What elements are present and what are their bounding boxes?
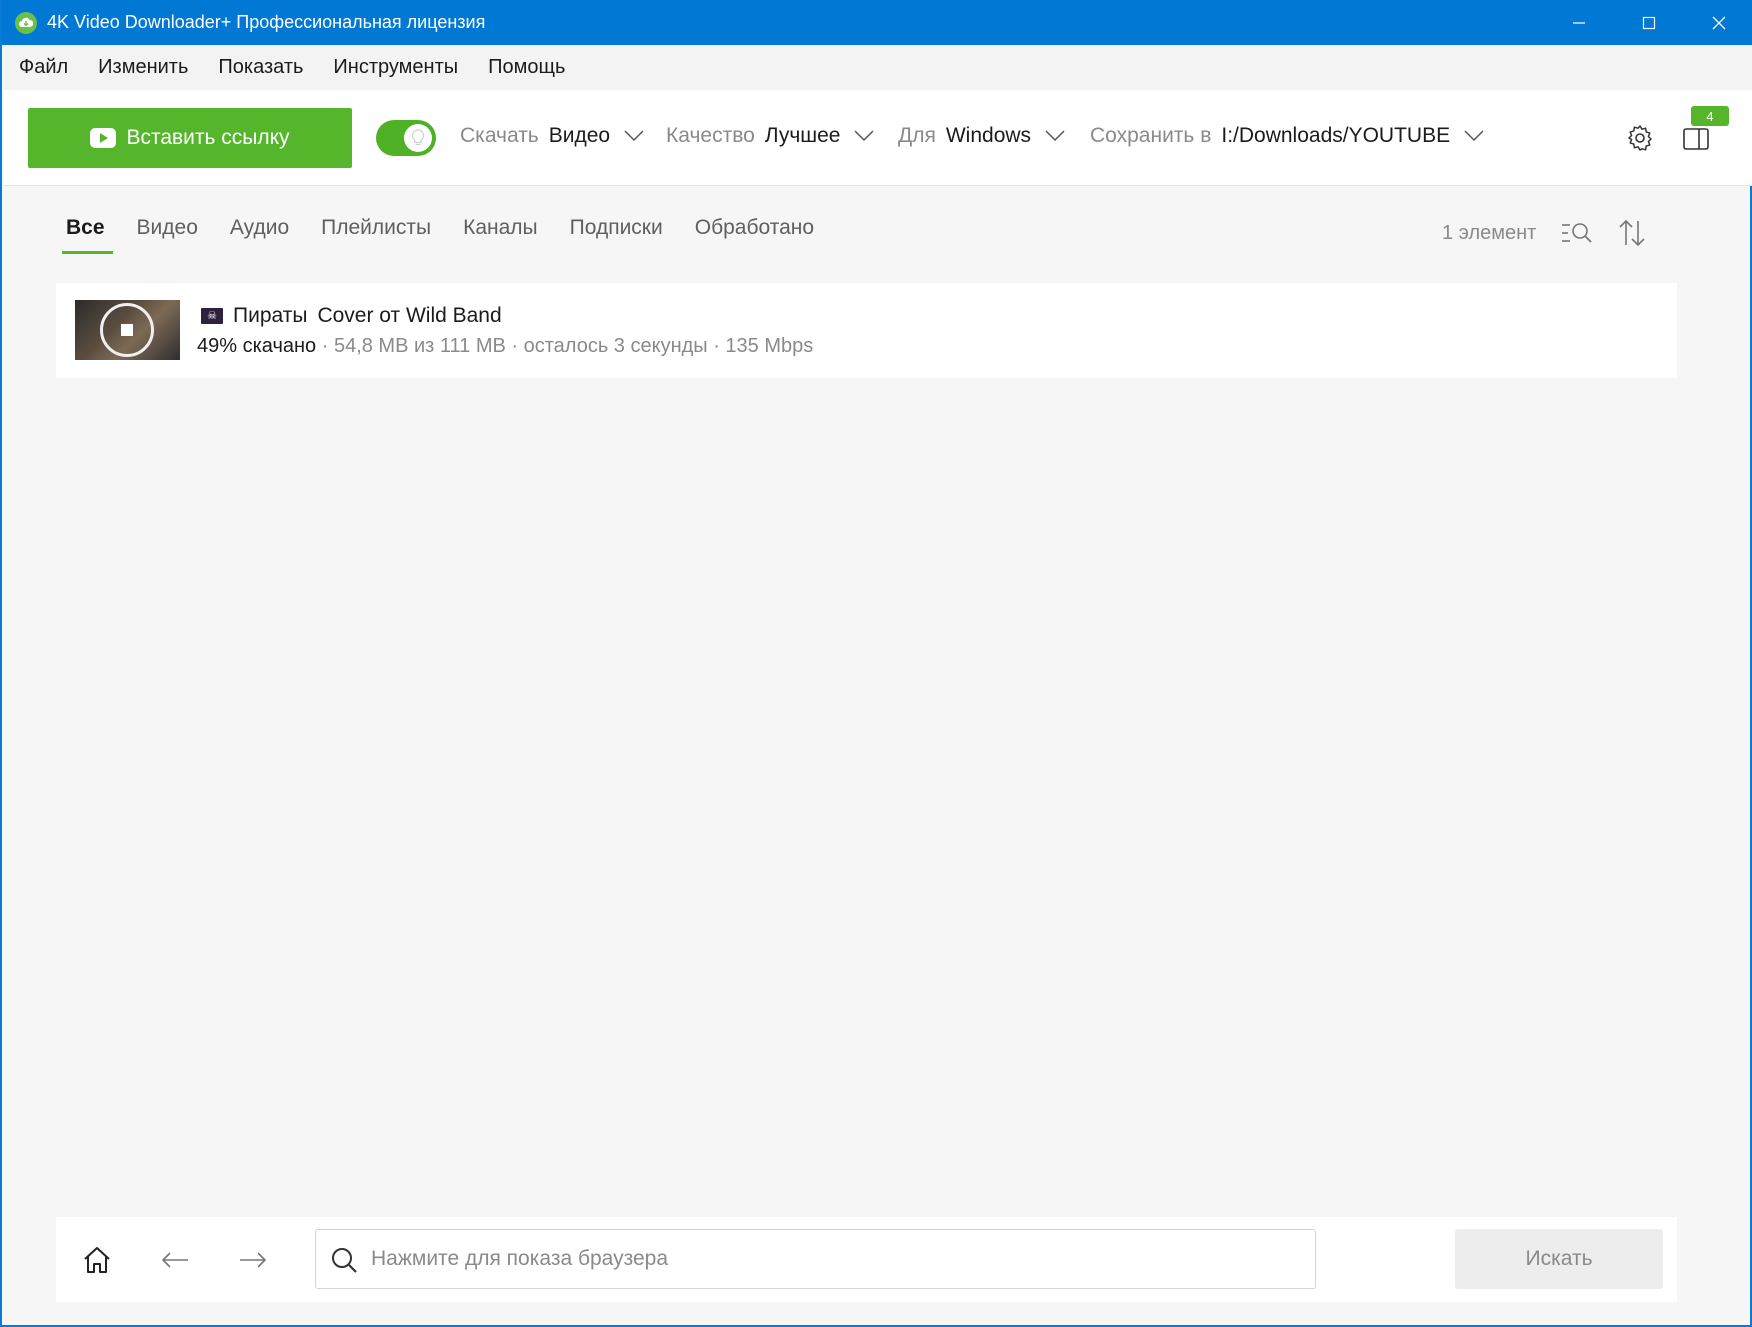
quality-dropdown[interactable]: Качество Лучшее: [666, 124, 874, 148]
stop-icon: [121, 324, 133, 336]
chevron-down-icon: [854, 130, 874, 142]
tab-audio[interactable]: Аудио: [230, 216, 289, 254]
app-logo-icon: [15, 11, 37, 34]
menu-tools[interactable]: Инструменты: [318, 56, 473, 79]
save-location-label: Сохранить в: [1090, 124, 1212, 147]
arrow-left-icon: [161, 1252, 188, 1268]
browser-search-input[interactable]: [371, 1230, 1301, 1288]
search-button[interactable]: Искать: [1455, 1229, 1663, 1289]
download-status: 49% скачано · 54,8 MB из 111 MB · остало…: [197, 335, 813, 358]
lightbulb-icon: [404, 124, 432, 152]
tab-channels[interactable]: Каналы: [463, 216, 538, 254]
close-button[interactable]: [1684, 0, 1752, 45]
menu-bar: Файл Изменить Показать Инструменты Помощ…: [4, 45, 1752, 90]
video-thumbnail: [75, 300, 180, 360]
platform-label: Для: [898, 124, 936, 147]
menu-help[interactable]: Помощь: [473, 56, 580, 79]
category-tabs: Все Видео Аудио Плейлисты Каналы Подписк…: [62, 216, 846, 254]
sort-icon[interactable]: [1618, 218, 1646, 248]
title-bar[interactable]: 4K Video Downloader+ Профессиональная ли…: [2, 0, 1752, 45]
minimize-icon: [1573, 21, 1585, 24]
panel-icon[interactable]: [1682, 124, 1710, 152]
maximize-button[interactable]: [1614, 0, 1684, 45]
browser-bar: Искать: [56, 1217, 1677, 1302]
download-type-dropdown[interactable]: Скачать Видео: [460, 124, 644, 148]
toolbar: Вставить ссылку Скачать Видео Качество Л…: [4, 90, 1752, 186]
search-icon: [332, 1248, 357, 1273]
download-type-label: Скачать: [460, 124, 539, 147]
chevron-down-icon: [1464, 130, 1484, 142]
chevron-down-icon: [1045, 130, 1065, 142]
paste-link-button[interactable]: Вставить ссылку: [28, 108, 352, 168]
minimize-button[interactable]: [1544, 0, 1614, 45]
tab-processed[interactable]: Обработано: [695, 216, 814, 254]
download-details: · 54,8 MB из 111 MB · осталось 3 секунды…: [316, 335, 814, 357]
browser-search-box[interactable]: [315, 1229, 1316, 1289]
download-title: ☠ Пираты Cover от Wild Band: [201, 304, 502, 328]
app-window: 4K Video Downloader+ Профессиональная ли…: [0, 0, 1752, 1327]
arrow-right-icon: [240, 1252, 267, 1268]
back-button[interactable]: [158, 1243, 192, 1277]
tab-video[interactable]: Видео: [137, 216, 198, 254]
search-list-icon[interactable]: [1560, 220, 1594, 246]
youtube-icon: [90, 128, 117, 148]
platform-dropdown[interactable]: Для Windows: [898, 124, 1065, 148]
gear-icon[interactable]: [1626, 124, 1654, 152]
home-icon: [84, 1247, 110, 1273]
platform-value: Windows: [945, 124, 1032, 147]
download-title-text: Пираты: [233, 304, 308, 327]
menu-edit[interactable]: Изменить: [83, 56, 203, 79]
tab-playlists[interactable]: Плейлисты: [321, 216, 431, 254]
tab-subscriptions[interactable]: Подписки: [570, 216, 663, 254]
quality-label: Качество: [666, 124, 755, 147]
save-location-value: I:/Downloads/YOUTUBE: [1221, 124, 1451, 147]
maximize-icon: [1642, 16, 1656, 29]
download-progress-text: 49% скачано: [197, 335, 317, 357]
paste-link-label: Вставить ссылку: [126, 126, 290, 149]
forward-button[interactable]: [236, 1243, 270, 1277]
item-count: 1 элемент: [1442, 222, 1537, 244]
tab-all[interactable]: Все: [62, 216, 112, 254]
menu-file[interactable]: Файл: [4, 56, 83, 79]
close-icon: [1712, 16, 1726, 29]
window-title: 4K Video Downloader+ Профессиональная ли…: [47, 12, 486, 32]
save-location-dropdown[interactable]: Сохранить в I:/Downloads/YOUTUBE: [1090, 124, 1484, 148]
home-button[interactable]: [80, 1243, 114, 1277]
smart-mode-toggle[interactable]: [376, 120, 436, 156]
download-type-value: Видео: [548, 124, 611, 147]
notification-badge: 4: [1691, 106, 1729, 126]
chevron-down-icon: [624, 130, 644, 142]
menu-view[interactable]: Показать: [203, 56, 318, 79]
quality-value: Лучшее: [764, 124, 841, 147]
stop-download-button[interactable]: [100, 303, 154, 357]
download-subtitle-text: Cover от Wild Band: [317, 304, 502, 327]
pirate-flag-icon: ☠: [201, 308, 223, 324]
download-item[interactable]: ☠ Пираты Cover от Wild Band 49% скачано …: [56, 283, 1677, 378]
